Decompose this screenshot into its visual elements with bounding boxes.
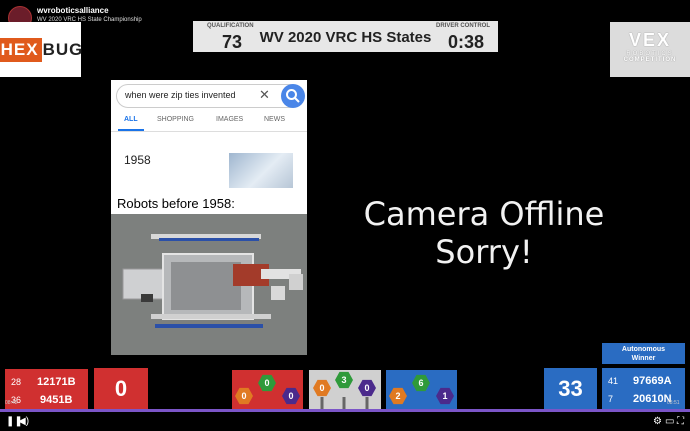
red-team-2-number: 9451B — [40, 394, 73, 406]
goal-blue-green-cube: 6 — [412, 374, 430, 392]
blue-team-1-rank: 41 — [608, 376, 619, 386]
search-box: when were zip ties invented ✕ — [116, 84, 305, 108]
red-team-1-rank: 28 — [11, 377, 22, 387]
progress-bar[interactable] — [0, 409, 690, 412]
hexbug-logo-suffix: BUG — [42, 39, 84, 59]
camera-offline-message: Camera Offline Sorry! — [320, 195, 648, 271]
autonomous-badge-line1: Autonomous — [621, 346, 666, 353]
caption-box: Robots before 1958: — [111, 188, 307, 214]
goal-red-purple-cube: 0 — [282, 387, 300, 405]
settings-icon[interactable]: ⚙ — [653, 416, 662, 427]
vex-logo-competition: COMPETITION — [623, 57, 677, 63]
goal-neutral-orange-cube: 0 — [313, 379, 331, 397]
autonomous-badge-line2: Winner — [631, 355, 656, 362]
goal-neutral: 3 0 0 — [309, 370, 381, 409]
blue-team-2-rank: 7 — [608, 394, 614, 404]
vex-logo: VEX ROBOTICS COMPETITION — [610, 22, 690, 77]
goal-red-orange-cube: 0 — [235, 387, 253, 405]
channel-name[interactable]: wvroboticsalliance — [37, 6, 142, 16]
caption-text: Robots before 1958: — [117, 196, 235, 211]
goal-blue-purple-cube: 1 — [436, 387, 454, 405]
blue-score: 33 — [544, 368, 597, 409]
result-thumbnail — [229, 153, 293, 188]
match-banner: QUALIFICATION 73 WV 2020 VRC HS States D… — [193, 21, 498, 52]
camera-offline-line2: Sorry! — [435, 233, 533, 271]
clear-icon: ✕ — [259, 87, 270, 102]
red-score: 0 — [94, 368, 148, 409]
blue-team-1-number: 97669A — [633, 375, 672, 387]
tab-news: NEWS — [264, 116, 285, 123]
goal-neutral-purple-cube: 0 — [358, 379, 376, 397]
goal-neutral-green-cube: 3 — [335, 371, 353, 389]
search-icon — [281, 84, 305, 108]
hexbug-logo: HEX BUG — [0, 22, 84, 77]
time-elapsed: 08:42 — [5, 400, 18, 406]
goal-blue: 6 2 1 — [386, 370, 457, 409]
goal-stands-icon — [320, 397, 369, 409]
tab-images: IMAGES — [216, 116, 244, 123]
goal-blue-orange-cube: 2 — [389, 387, 407, 405]
tab-all: ALL — [124, 116, 138, 123]
time-total: 08:51 — [667, 400, 680, 406]
match-timer: 0:38 — [447, 32, 484, 52]
camera-offline-line1: Camera Offline — [363, 195, 605, 233]
autonomous-winner-badge: Autonomous Winner — [602, 343, 685, 364]
goal-red: 0 0 0 — [232, 370, 303, 409]
blue-team-2-number: 20610N — [633, 393, 672, 405]
hexbug-logo-prefix: HEX — [0, 37, 42, 62]
tab-shopping: SHOPPING — [157, 116, 194, 123]
search-results-panel: when were zip ties invented ✕ ALL SHOPPI… — [111, 80, 307, 188]
robot-photo — [111, 214, 307, 355]
volume-icon[interactable]: ◀) — [18, 416, 29, 427]
tabs-divider — [111, 131, 307, 132]
fullscreen-icon[interactable]: ⛶ — [677, 416, 684, 427]
red-team-1-number: 12171B — [37, 376, 76, 388]
cast-icon[interactable]: ▭ — [665, 416, 674, 427]
goal-red-green-cube: 0 — [258, 374, 276, 392]
search-query: when were zip ties invented — [125, 90, 236, 100]
vex-logo-main: VEX — [628, 30, 672, 50]
player-controls: ❚❚ ◀) ⚙ ▭ ⛶ — [0, 413, 690, 431]
result-year: 1958 — [124, 153, 151, 167]
period-label: DRIVER CONTROL — [436, 23, 490, 29]
